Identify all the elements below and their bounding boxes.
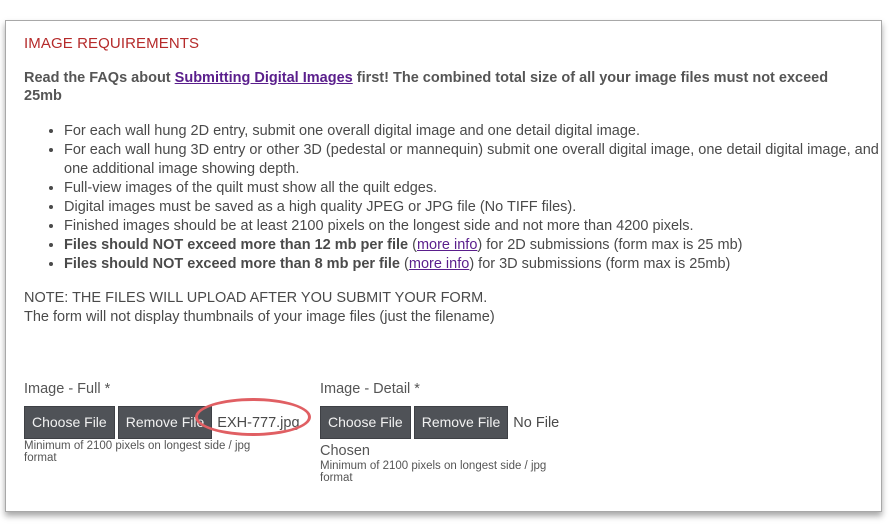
image-detail-hint: Minimum of 2100 pixels on longest side /…	[320, 460, 547, 484]
requirements-list: For each wall hung 2D entry, submit one …	[24, 122, 884, 274]
list-item: Full-view images of the quilt must show …	[64, 179, 884, 198]
choose-file-button[interactable]: Choose File	[24, 406, 115, 439]
section-heading: IMAGE REQUIREMENTS	[24, 35, 200, 52]
selected-filename: No File	[513, 414, 560, 431]
list-item: For each wall hung 2D entry, submit one …	[64, 122, 884, 141]
image-full-hint: Minimum of 2100 pixels on longest side /…	[24, 440, 251, 464]
intro-before: Read the FAQs about	[24, 70, 175, 86]
image-detail-field: Image - Detail * Choose File Remove File…	[320, 381, 560, 484]
list-item: Digital images must be saved as a high q…	[64, 198, 884, 217]
list-item: Files should NOT exceed more than 12 mb …	[64, 236, 884, 255]
image-requirements-panel: IMAGE REQUIREMENTS Read the FAQs about S…	[5, 20, 882, 512]
selected-filename-cont: Chosen	[320, 443, 370, 459]
bold-text: Files should NOT exceed more than 8 mb p…	[64, 256, 400, 272]
remove-file-button[interactable]: Remove File	[117, 406, 213, 439]
selected-filename: EXH-777.jpg	[217, 414, 300, 431]
more-info-link-2d[interactable]: more info	[417, 237, 477, 253]
note-line-2: The form will not display thumbnails of …	[24, 309, 495, 325]
choose-file-button[interactable]: Choose File	[320, 406, 411, 439]
upload-note: NOTE: THE FILES WILL UPLOAD AFTER YOU SU…	[24, 289, 495, 327]
submitting-digital-images-link[interactable]: Submitting Digital Images	[175, 70, 353, 86]
image-detail-label: Image - Detail *	[320, 381, 420, 397]
intro-text: Read the FAQs about Submitting Digital I…	[24, 69, 854, 105]
list-item: Finished images should be at least 2100 …	[64, 217, 884, 236]
remove-file-button[interactable]: Remove File	[413, 406, 509, 439]
item-after: ) for 2D submissions (form max is 25 mb)	[477, 237, 743, 253]
bold-text: Files should NOT exceed more than 12 mb …	[64, 237, 409, 253]
list-item: Files should NOT exceed more than 8 mb p…	[64, 255, 884, 274]
list-item: For each wall hung 3D entry or other 3D …	[64, 141, 884, 179]
more-info-link-3d[interactable]: more info	[409, 256, 469, 272]
image-full-label: Image - Full *	[24, 381, 111, 397]
item-after: ) for 3D submissions (form max is 25mb)	[469, 256, 731, 272]
paren: (	[400, 256, 409, 272]
image-full-field: Image - Full * Choose File Remove File E…	[24, 381, 300, 464]
paren: (	[408, 237, 417, 253]
note-line-1: NOTE: THE FILES WILL UPLOAD AFTER YOU SU…	[24, 290, 488, 306]
